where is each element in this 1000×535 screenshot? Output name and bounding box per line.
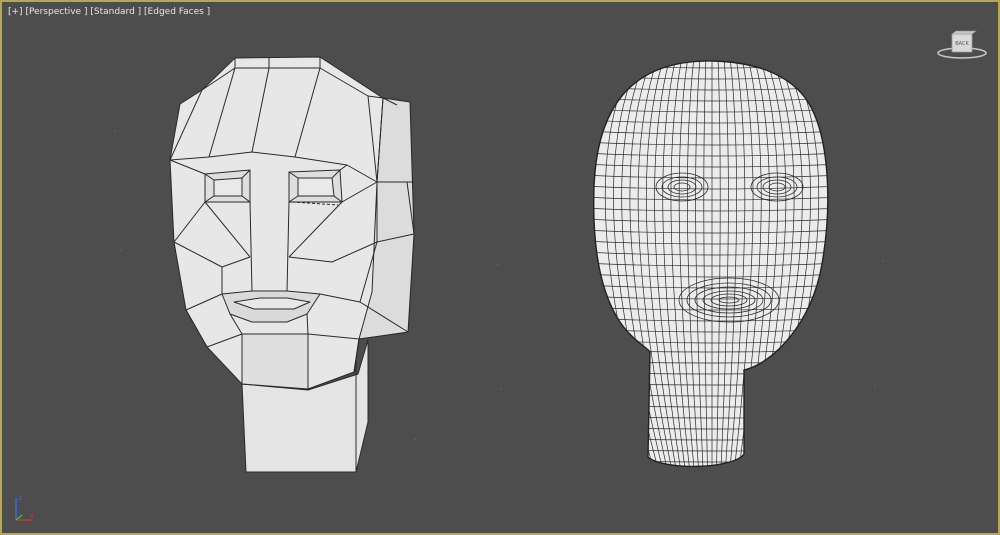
mesh-edge — [562, 471, 862, 473]
scene-canvas[interactable] — [2, 2, 998, 533]
perspective-viewport[interactable]: [+] [Perspective ] [Standard ] [Edged Fa… — [0, 0, 1000, 535]
right-eye-inner — [297, 177, 335, 197]
x-axis-label: x — [30, 512, 34, 519]
chin-face — [241, 333, 309, 390]
z-axis-label: z — [19, 495, 22, 502]
y-axis-line — [15, 514, 23, 521]
xyz-axis-icon: z x — [15, 495, 34, 521]
low-poly-head[interactable] — [169, 56, 415, 473]
left-eye-inner — [213, 177, 243, 197]
subdivided-head[interactable] — [562, 57, 862, 482]
